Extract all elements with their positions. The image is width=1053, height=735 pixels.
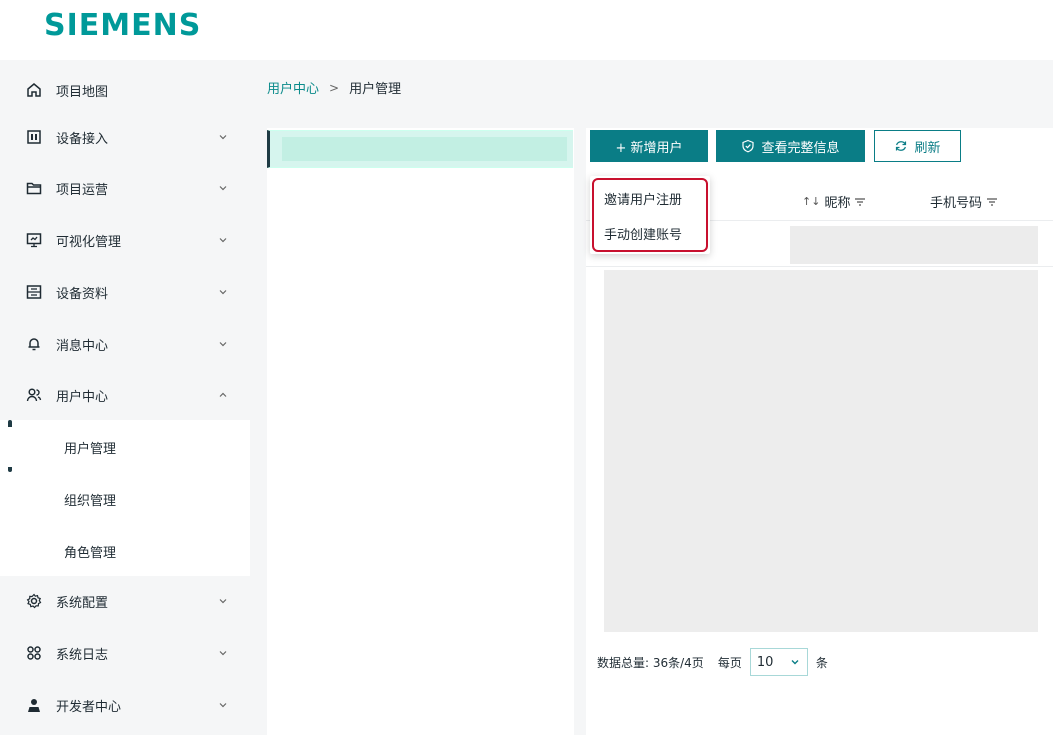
sidebar-item-label: 项目地图: [56, 84, 109, 100]
sidebar-item-system-config[interactable]: 系统配置: [0, 581, 250, 621]
sidebar-item-visualization[interactable]: 可视化管理: [0, 220, 250, 260]
column-header-phone[interactable]: 手机号码: [930, 192, 998, 211]
column-header-nickname[interactable]: ↑↓ 昵称: [802, 192, 866, 211]
sidebar-item-label: 用户中心: [56, 389, 109, 405]
chevron-down-icon: [219, 342, 227, 347]
column-header-label: 昵称: [824, 196, 851, 211]
breadcrumb-separator: >: [329, 80, 340, 95]
sidebar-item-project-ops[interactable]: 项目运营: [0, 168, 250, 208]
folder-icon: [26, 182, 42, 195]
breadcrumb: 用户中心 > 用户管理: [267, 78, 402, 98]
org-tree-panel: [267, 128, 574, 735]
loading-skeleton-row: [790, 226, 1038, 264]
developer-icon: [28, 699, 40, 712]
input-placeholder-skeleton: [282, 137, 567, 161]
users-icon: [26, 388, 42, 402]
sidebar-item-role-management[interactable]: 角色管理: [0, 531, 250, 571]
chevron-down-icon: [219, 599, 227, 604]
sidebar-item-messages[interactable]: 消息中心: [0, 324, 250, 364]
chevron-down-icon: [219, 703, 227, 708]
column-header-label: 手机号码: [930, 196, 983, 211]
sidebar-item-user-management[interactable]: 用户管理: [0, 427, 250, 467]
chevron-down-icon: [219, 290, 227, 295]
breadcrumb-parent-link[interactable]: 用户中心: [267, 78, 319, 97]
highlight-box: [592, 178, 708, 252]
sort-icon[interactable]: ↑↓: [802, 195, 820, 208]
filter-icon[interactable]: [986, 197, 998, 207]
sidebar-item-label: 消息中心: [56, 338, 109, 354]
sidebar-item-device-docs[interactable]: 设备资料: [0, 272, 250, 312]
sidebar-item-label: 系统配置: [56, 595, 109, 611]
org-search-input[interactable]: [267, 130, 573, 168]
refresh-icon: [896, 141, 907, 151]
pagination: 数据总量: 36条/4页 每页 10 条: [597, 648, 828, 676]
chevron-down-icon: [219, 651, 227, 656]
sidebar-item-label: 用户管理: [64, 441, 117, 457]
loading-skeleton-body: [604, 270, 1038, 632]
view-full-info-button[interactable]: 查看完整信息: [716, 130, 865, 162]
sidebar-item-label: 设备资料: [56, 286, 109, 302]
page-size-select[interactable]: 10: [749, 648, 808, 676]
chevron-down-icon: [791, 660, 799, 665]
chevron-down-icon: [219, 238, 227, 243]
sidebar-item-device-access[interactable]: 设备接入: [0, 117, 250, 157]
refresh-button[interactable]: 刷新: [874, 130, 961, 162]
page-size-value: 10: [756, 654, 774, 670]
chevron-down-icon: [219, 186, 227, 191]
sidebar-item-label: 角色管理: [64, 545, 117, 561]
sidebar-item-org-management[interactable]: 组织管理: [0, 479, 250, 519]
bell-icon: [28, 338, 40, 351]
sidebar-item-label: 可视化管理: [56, 234, 122, 250]
gear-icon: [26, 593, 42, 609]
chevron-up-icon: [219, 392, 227, 397]
refresh-label: 刷新: [914, 140, 941, 156]
sidebar-item-label: 项目运营: [56, 182, 109, 198]
sidebar-item-system-log[interactable]: 系统日志: [0, 633, 250, 673]
home-icon: [27, 83, 41, 97]
sidebar-item-label: 组织管理: [64, 493, 117, 509]
pagination-total: 数据总量: 36条/4页: [597, 655, 704, 670]
view-full-info-label: 查看完整信息: [761, 140, 840, 156]
sidebar-item-label: 开发者中心: [56, 699, 122, 715]
archive-icon: [26, 285, 42, 299]
siemens-logo: SIEMENS: [44, 8, 202, 43]
sidebar-item-label: 设备接入: [56, 131, 109, 147]
table-row-divider: [586, 266, 1053, 267]
chevron-down-icon: [219, 135, 227, 140]
breadcrumb-current: 用户管理: [349, 82, 402, 97]
sidebar-item-project-map[interactable]: 项目地图: [0, 70, 250, 110]
pagination-unit: 条: [815, 655, 828, 670]
sidebar-item-developer-center[interactable]: 开发者中心: [0, 685, 250, 725]
filter-icon[interactable]: [854, 197, 866, 207]
add-user-button[interactable]: + 新增用户: [590, 130, 708, 162]
pagination-per-page-label: 每页: [717, 655, 742, 670]
sidebar-item-user-center[interactable]: 用户中心: [0, 375, 250, 415]
monitor-icon: [26, 233, 42, 248]
shield-icon: [742, 139, 755, 153]
device-access-icon: [27, 130, 41, 144]
grid-icon: [27, 646, 41, 660]
sidebar-item-label: 系统日志: [56, 647, 109, 663]
